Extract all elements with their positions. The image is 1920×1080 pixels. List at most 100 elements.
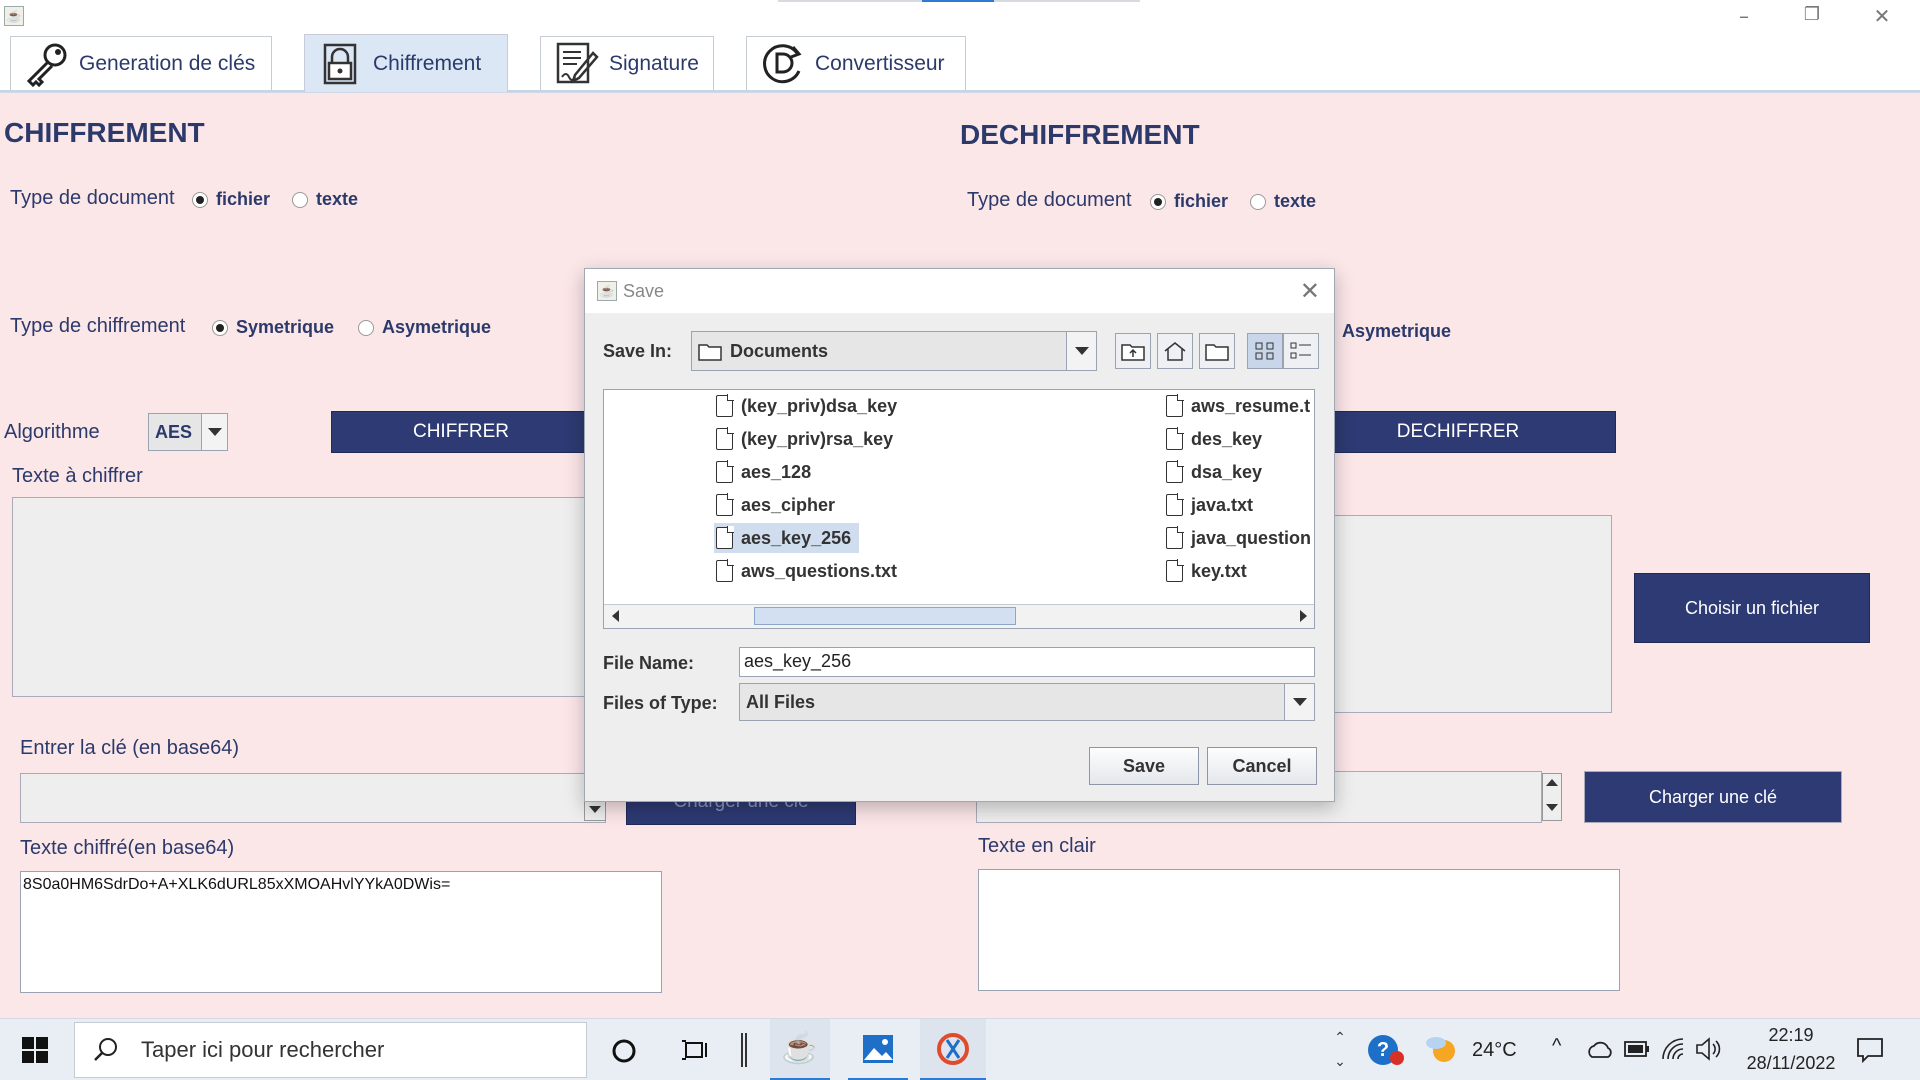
plain-text-area[interactable]	[978, 869, 1620, 991]
radio-texte-dec[interactable]: texte	[1250, 191, 1316, 212]
close-button[interactable]: ✕	[1862, 4, 1902, 30]
file-name: java_question	[1191, 527, 1312, 548]
cipher-text-label: Texte chiffré(en base64)	[20, 837, 235, 859]
tab-signature[interactable]: Signature	[540, 36, 714, 90]
windows-start-icon[interactable]	[22, 1037, 48, 1063]
save-in-select[interactable]: Documents	[691, 331, 1097, 371]
details-view-button[interactable]	[1283, 333, 1319, 369]
cipher-text-area[interactable]: 8S0a0HM6SdrDo+A+XLK6dURL85xXMOAHvlYYkA0D…	[20, 871, 662, 993]
photos-taskbar-icon[interactable]	[848, 1019, 908, 1080]
clock-date[interactable]: 28/11/2022	[1734, 1053, 1848, 1074]
file-item[interactable]: aws_resume.t	[1166, 392, 1310, 420]
convert-icon	[763, 43, 802, 83]
key-input[interactable]	[20, 773, 606, 823]
dialog-close-icon[interactable]: ✕	[1300, 277, 1320, 305]
alert-badge-icon	[1390, 1051, 1404, 1065]
chiffrement-title: CHIFFREMENT	[4, 117, 205, 148]
home-button[interactable]	[1157, 333, 1193, 369]
chiffrer-button[interactable]: CHIFFRER	[331, 411, 591, 453]
file-item-selected[interactable]: aes_key_256	[714, 523, 860, 553]
radio-label: Asymetrique	[382, 317, 492, 337]
key-icon	[26, 43, 67, 87]
radio-label: fichier	[216, 189, 271, 209]
volume-icon[interactable]	[1694, 1037, 1722, 1061]
file-item[interactable]: java_question	[1166, 524, 1311, 552]
file-item[interactable]: (key_priv)rsa_key	[716, 425, 893, 453]
up-folder-button[interactable]	[1115, 333, 1151, 369]
radio-label: texte	[1274, 191, 1317, 211]
file-item[interactable]: key.txt	[1166, 557, 1247, 585]
algo-select[interactable]: AES	[148, 413, 228, 451]
file-name: aws_questions.txt	[741, 560, 898, 581]
new-folder-icon	[1205, 344, 1229, 361]
file-item[interactable]: aes_cipher	[716, 491, 835, 519]
radio-fichier[interactable]: fichier	[192, 189, 270, 210]
tab-chiffrement[interactable]: Chiffrement	[304, 34, 508, 92]
key-input-label: Entrer la clé (en base64)	[20, 737, 240, 759]
file-item[interactable]: dsa_key	[1166, 458, 1262, 486]
file-item[interactable]: aes_128	[716, 458, 811, 486]
cortana-icon[interactable]	[611, 1038, 637, 1064]
radio-asymetrique[interactable]: Asymetrique	[358, 317, 491, 338]
file-icon	[716, 559, 734, 582]
notification-icon[interactable]	[1856, 1037, 1884, 1063]
clock-time[interactable]: 22:19	[1760, 1025, 1822, 1046]
file-type-select[interactable]: All Files	[739, 683, 1315, 721]
tab-label: Signature	[609, 51, 699, 75]
minimize-button[interactable]: –	[1724, 4, 1764, 30]
java-taskbar-icon[interactable]: ☕	[770, 1019, 830, 1080]
choisir-fichier-button[interactable]: Choisir un fichier	[1634, 573, 1870, 643]
taskbar-divider	[741, 1033, 747, 1067]
scroll-left-icon[interactable]	[604, 605, 626, 627]
file-item[interactable]: (key_priv)dsa_key	[716, 392, 897, 420]
radio-symetrique[interactable]: Symetrique	[212, 317, 334, 338]
radio-fichier-dec[interactable]: fichier	[1150, 191, 1228, 212]
algo-label: Algorithme	[4, 421, 100, 443]
file-list: (key_priv)dsa_key (key_priv)rsa_key aes_…	[603, 389, 1315, 629]
text-to-decrypt-area[interactable]	[1298, 515, 1612, 713]
file-name: aes_key_256	[741, 527, 852, 548]
save-button[interactable]: Save	[1089, 747, 1199, 785]
weather-icon[interactable]	[1424, 1033, 1460, 1065]
tab-convertisseur[interactable]: Convertisseur	[746, 36, 966, 90]
tray-scroll[interactable]: ⌃ ⌄	[1330, 1025, 1350, 1073]
wifi-icon[interactable]	[1660, 1037, 1686, 1061]
cancel-button[interactable]: Cancel	[1207, 747, 1317, 785]
task-view-icon[interactable]	[682, 1037, 710, 1063]
file-item[interactable]: java.txt	[1166, 491, 1253, 519]
radio-asymetrique-dec-label[interactable]: Asymetrique	[1342, 321, 1451, 342]
file-icon	[1166, 526, 1184, 549]
horizontal-scrollbar[interactable]	[604, 604, 1314, 628]
chevron-up-icon[interactable]: ^	[1552, 1035, 1561, 1058]
file-name-input[interactable]: aes_key_256	[739, 647, 1315, 677]
scrollbar-thumb[interactable]	[754, 607, 1016, 625]
list-view-button[interactable]	[1247, 333, 1283, 369]
tab-label: Convertisseur	[815, 51, 945, 75]
file-name: aes_128	[741, 461, 812, 482]
snipping-tool-taskbar-icon[interactable]	[920, 1019, 986, 1080]
file-item[interactable]: aws_questions.txt	[716, 557, 897, 585]
title-accent	[922, 0, 994, 2]
tab-generation-cles[interactable]: Generation de clés	[10, 36, 272, 90]
chevron-down-icon	[201, 414, 227, 450]
text-to-encrypt-area[interactable]	[12, 497, 592, 697]
file-type-label: Files of Type:	[603, 693, 718, 713]
dechiffrer-button[interactable]: DECHIFFRER	[1300, 411, 1616, 453]
file-item[interactable]: des_key	[1166, 425, 1262, 453]
new-folder-button[interactable]	[1199, 333, 1235, 369]
temperature: 24°C	[1472, 1039, 1517, 1061]
scroll-right-icon[interactable]	[1292, 605, 1314, 627]
key-dec-spinner[interactable]	[1542, 773, 1562, 821]
battery-icon[interactable]	[1624, 1041, 1650, 1057]
radio-fichier-dot	[192, 191, 208, 208]
search-placeholder: Taper ici pour rechercher	[141, 1037, 385, 1062]
restore-button[interactable]: ❐	[1792, 4, 1832, 30]
onedrive-icon[interactable]	[1586, 1039, 1614, 1059]
radio-texte[interactable]: texte	[292, 189, 358, 210]
charger-cle-button-right[interactable]: Charger une clé	[1584, 771, 1842, 823]
taskbar-search[interactable]: Taper ici pour rechercher	[74, 1022, 587, 1078]
save-in-value: Documents	[730, 340, 829, 361]
dialog-title-bar: ☕ Save ✕	[585, 269, 1334, 313]
file-icon	[1166, 394, 1184, 417]
algo-value: AES	[155, 421, 193, 442]
